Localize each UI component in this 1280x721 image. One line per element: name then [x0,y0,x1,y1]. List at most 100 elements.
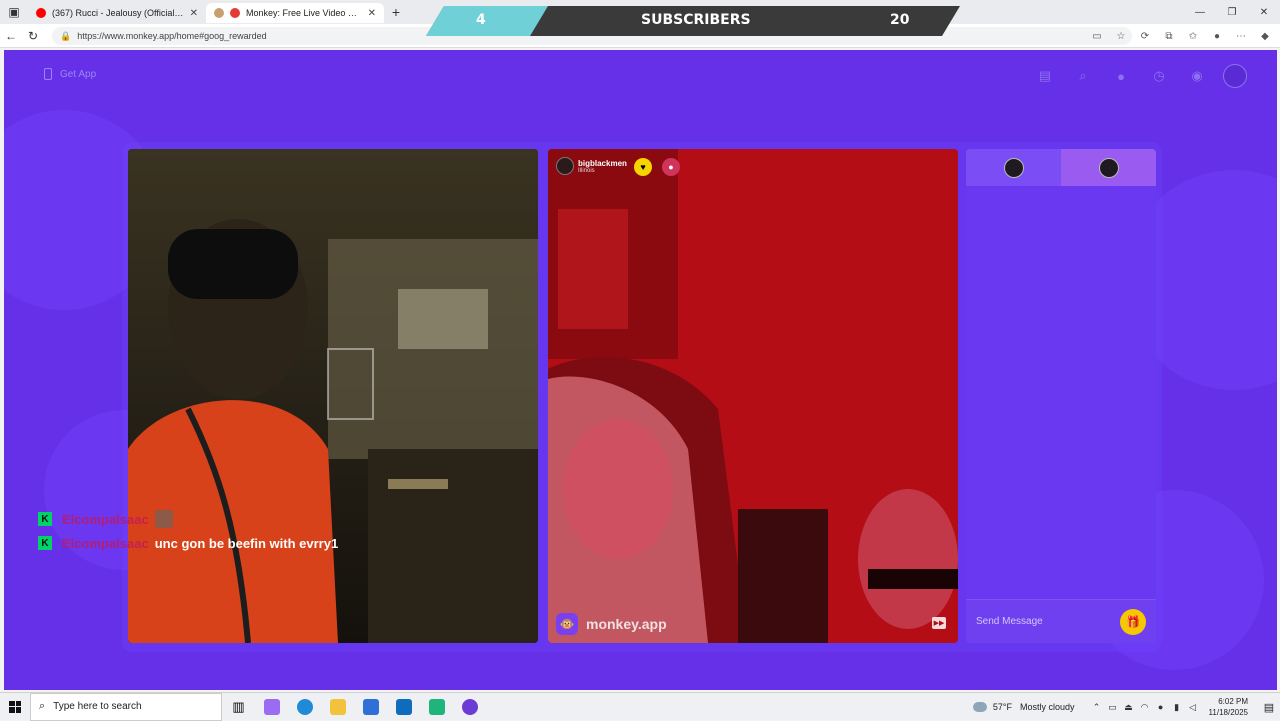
local-video-scene [128,149,538,643]
camera-indicator-icon[interactable]: ▭ [1088,27,1106,45]
url-text: https://www.monkey.app/home#goog_rewarde… [77,31,267,41]
maximize-icon[interactable]: ❐ [1216,0,1248,24]
more-menu-icon[interactable]: ⋯ [1232,27,1250,45]
search-icon[interactable]: ⌕ [1071,64,1095,88]
task-view-icon[interactable]: ▥ [222,693,255,721]
reaction-badge-icon[interactable]: ♥ [634,158,652,176]
new-tab-button[interactable]: + [384,4,408,20]
search-icon: ⌕ [39,700,46,712]
taskbar-search-placeholder: Type here to search [53,701,142,712]
kick-icon: K [38,512,52,526]
overlay-chat-line: K Elcompalsaac unc gon be beefin with ev… [38,532,338,554]
close-window-icon[interactable]: ✕ [1248,0,1280,24]
overlay-chat-line: K Elcompalsaac [38,508,338,530]
mic-icon[interactable]: ● [1153,702,1169,712]
address-bar-actions: ▭ ☆ ⟳ ⧉ ✩ ● ⋯ ◆ [1088,27,1274,45]
watermark-text: monkey.app [586,616,667,632]
chat-username: Elcompalsaac [62,511,149,527]
skip-icon[interactable]: ▶▶ [932,617,946,629]
tab-actions-icon[interactable]: ▣ [0,0,28,24]
monkey-watermark: 🐵 monkey.app [556,613,667,635]
chat-tab-self[interactable] [966,149,1061,186]
favorites-icon[interactable]: ✩ [1184,27,1202,45]
chat-input-bar: 🎁 [966,599,1156,643]
remote-username: bigblackmen [578,158,627,168]
chat-message: unc gon be beefin with evrry1 [154,535,339,551]
close-tab-icon[interactable]: ✕ [190,8,198,19]
monkey-logo-icon: 🐵 [556,613,578,635]
start-button[interactable] [0,693,30,721]
coin-icon[interactable]: ● [1109,64,1133,88]
refresh-icon[interactable]: ↻ [22,25,44,47]
copilot-taskbar-icon[interactable] [255,693,288,721]
taskbar: ⌕ Type here to search ▥ 57°F Mostly clou… [0,692,1280,721]
chat-panel: 🎁 [966,149,1156,643]
favorite-star-icon[interactable]: ☆ [1112,27,1130,45]
remote-avatar [1098,157,1119,178]
monkey-app-page: Get App ▤ ⌕ ● ◷ ◉ bigblackmen Illinois ♥… [4,50,1277,690]
outlook-icon[interactable] [387,693,420,721]
local-video [128,149,538,643]
extensions-icon[interactable]: ⟳ [1136,27,1154,45]
profile-avatar[interactable] [1223,64,1247,88]
get-app-label: Get App [60,68,97,80]
clock[interactable]: 6:02 PM 11/18/2025 [1209,696,1248,718]
monkey-badge-icon[interactable]: ● [662,158,680,176]
tab-youtube[interactable]: (367) Rucci - Jealousy (Official Vi... ✕ [28,3,206,23]
window-controls: — ❐ ✕ [1184,0,1280,24]
eye-icon[interactable]: ◉ [1185,64,1209,88]
weather-desc: Mostly cloudy [1020,702,1075,712]
subscriber-goal: 20 [890,12,910,28]
windows-logo-icon [9,700,21,713]
tab-monkey[interactable]: Monkey: Free Live Video Cha... ✕ [206,3,384,23]
recording-app-icon[interactable] [453,693,486,721]
subscriber-count: 4 [476,12,486,28]
remote-video-scene [548,149,958,643]
video-icon[interactable]: ▤ [1033,64,1057,88]
send-message-input[interactable] [976,616,1106,627]
monkey-favicon-icon [214,8,224,18]
battery-icon[interactable]: ▮ [1169,702,1185,713]
chat-username: Elcompalsaac [62,535,149,551]
wifi-icon[interactable]: ◠ [1137,702,1153,713]
stream-chat-overlay: K Elcompalsaac K Elcompalsaac unc gon be… [38,508,338,556]
chat-emote [154,510,173,528]
chat-tab-remote[interactable] [1061,149,1156,186]
cloud-icon [972,702,987,712]
profile-icon[interactable]: ● [1208,27,1226,45]
chat-tabs [966,149,1156,186]
subscriber-label: SUBSCRIBERS [641,12,751,28]
copilot-icon[interactable]: ◆ [1256,27,1274,45]
edge-icon[interactable] [288,693,321,721]
top-nav-icons: ▤ ⌕ ● ◷ ◉ [1033,64,1247,88]
clock-date: 11/18/2025 [1208,708,1248,717]
get-app-button[interactable]: Get App [44,68,96,80]
notification-icon[interactable]: ▤ [1258,701,1280,714]
gift-icon[interactable]: 🎁 [1120,609,1146,635]
history-icon[interactable]: ◷ [1147,64,1171,88]
remote-user-avatar [556,157,574,175]
remote-user-tag[interactable]: bigblackmen Illinois [556,157,627,175]
tab-title: (367) Rucci - Jealousy (Official Vi... [52,8,184,18]
taskbar-search[interactable]: ⌕ Type here to search [30,692,222,721]
weather-temp: 57°F [992,702,1013,712]
phone-icon [44,68,52,80]
subscriber-goal-bar: 4 SUBSCRIBERS 20 [426,6,960,36]
tablet-icon[interactable]: ▭ [1105,702,1121,713]
usb-icon[interactable]: ⏏ [1121,702,1137,713]
back-icon[interactable]: ← [0,25,22,47]
volume-icon[interactable]: ◁ [1185,702,1201,713]
file-explorer-icon[interactable] [321,693,354,721]
remote-location: Illinois [578,167,595,174]
self-avatar [1003,157,1024,178]
kick-icon: K [38,536,52,550]
split-screen-icon[interactable]: ⧉ [1160,27,1178,45]
system-tray: 57°F Mostly cloudy ⌃ ▭ ⏏ ◠ ● ▮ ◁ 6:02 PM… [972,693,1280,721]
lock-icon: 🔒 [60,30,72,41]
close-tab-icon[interactable]: ✕ [368,8,376,19]
chevron-up-icon[interactable]: ⌃ [1089,702,1105,713]
store-icon[interactable] [354,693,387,721]
minimize-icon[interactable]: — [1184,0,1216,24]
weather-widget[interactable]: 57°F Mostly cloudy [972,702,1075,712]
app-icon[interactable] [420,693,453,721]
